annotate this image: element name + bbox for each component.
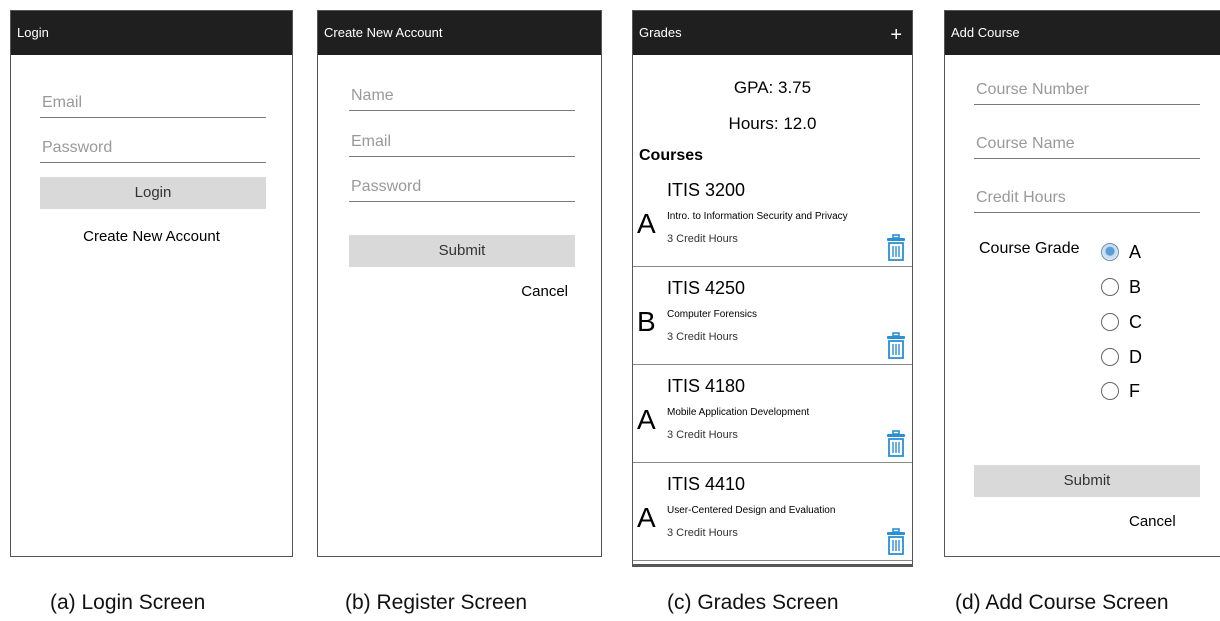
course-number: ITIS 4250 — [667, 278, 746, 298]
login-caption: (a) Login Screen — [50, 591, 206, 614]
grades-title: Grades — [633, 11, 912, 55]
radio-icon[interactable] — [1101, 382, 1119, 400]
radio-icon[interactable] — [1101, 278, 1119, 296]
gpa-text: GPA: 3.75 — [733, 78, 812, 97]
create-account-link[interactable]: Create New Account — [11, 228, 292, 245]
course-name: User-Centered Design and Evaluation — [667, 505, 836, 516]
course-card[interactable]: ITIS 4180 A Mobile Application Developme… — [633, 366, 912, 463]
course-grade: A — [637, 404, 656, 435]
course-number: ITIS 4180 — [667, 376, 746, 396]
course-name-field[interactable]: Course Name — [974, 129, 1200, 159]
course-name: Mobile Application Development — [667, 407, 810, 418]
email-field[interactable]: Email — [40, 88, 266, 118]
radio-label-b: B — [1129, 277, 1142, 297]
course-card[interactable]: ITIS 3200 A Intro. to Information Securi… — [633, 170, 912, 267]
course-hours: 3 Credit Hours — [667, 233, 738, 245]
course-grade: A — [637, 502, 656, 533]
radio-label-c: C — [1129, 312, 1142, 332]
trash-icon[interactable] — [886, 234, 906, 262]
course-hours: 3 Credit Hours — [667, 527, 738, 539]
name-field[interactable]: Name — [349, 81, 575, 111]
radio-label-a: A — [1129, 242, 1142, 262]
hours-text: Hours: 12.0 — [728, 114, 817, 133]
course-card[interactable]: ITIS 4410 A User-Centered Design and Eva… — [633, 464, 912, 561]
trash-icon[interactable] — [886, 332, 906, 360]
course-grade: A — [637, 208, 656, 239]
login-screen: Login Email Password Login Create New Ac… — [10, 10, 293, 557]
add-course-screen: Add Course Course Number Course Name Cre… — [944, 10, 1220, 557]
cancel-link[interactable]: Cancel — [1129, 513, 1176, 530]
register-caption: (b) Register Screen — [345, 591, 528, 614]
cancel-link[interactable]: Cancel — [521, 283, 568, 300]
course-grade-label: Course Grade — [979, 240, 1080, 257]
course-name: Computer Forensics — [667, 309, 758, 320]
login-button[interactable]: Login — [40, 177, 266, 209]
submit-button[interactable]: Submit — [974, 465, 1200, 497]
radio-selected-icon[interactable] — [1101, 243, 1119, 261]
register-title: Create New Account — [318, 11, 601, 55]
password-field[interactable]: Password — [349, 172, 575, 202]
course-number-field[interactable]: Course Number — [974, 75, 1200, 105]
login-title: Login — [11, 11, 292, 55]
course-hours: 3 Credit Hours — [667, 331, 738, 343]
grades-screen: Grades + GPA: 3.75 Hours: 12.0 Courses I… — [632, 10, 913, 567]
credit-hours-field[interactable]: Credit Hours — [974, 183, 1200, 213]
course-grade: B — [637, 306, 656, 337]
email-field[interactable]: Email — [349, 127, 575, 157]
trash-icon[interactable] — [886, 528, 906, 556]
radio-label-d: D — [1129, 347, 1142, 367]
grades-caption: (c) Grades Screen — [667, 591, 839, 614]
trash-icon[interactable] — [886, 430, 906, 458]
course-number: ITIS 4410 — [667, 474, 746, 494]
submit-button[interactable]: Submit — [349, 235, 575, 267]
course-hours: 3 Credit Hours — [667, 429, 738, 441]
add-icon[interactable]: + — [890, 11, 902, 59]
course-name: Intro. to Information Security and Priva… — [667, 211, 848, 222]
radio-icon[interactable] — [1101, 348, 1119, 366]
password-field[interactable]: Password — [40, 133, 266, 163]
radio-icon[interactable] — [1101, 313, 1119, 331]
course-card[interactable]: ITIS 4250 B Computer Forensics 3 Credit … — [633, 268, 912, 365]
radio-label-f: F — [1129, 381, 1140, 401]
courses-heading: Courses — [639, 147, 704, 164]
register-screen: Create New Account Name Email Password S… — [317, 10, 602, 557]
course-number: ITIS 3200 — [667, 180, 746, 200]
add-course-caption: (d) Add Course Screen — [955, 591, 1169, 614]
add-course-title: Add Course — [945, 11, 1220, 55]
